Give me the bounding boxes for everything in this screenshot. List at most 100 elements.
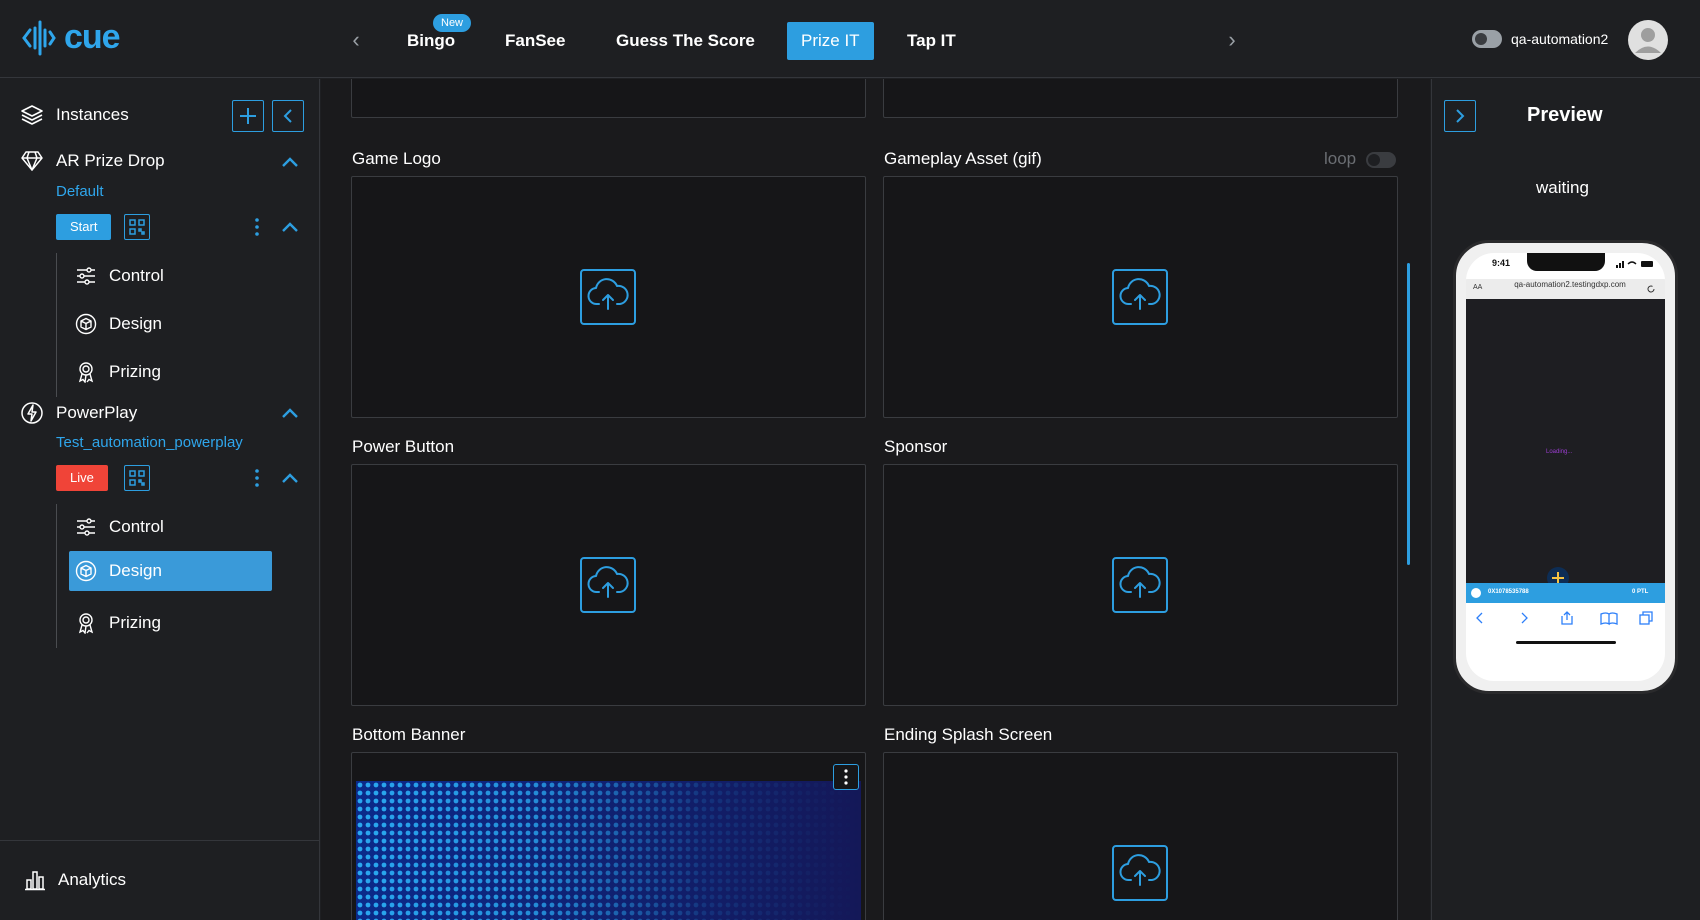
cloud-upload-icon (587, 278, 629, 310)
upload-card-gameplay-asset[interactable] (883, 176, 1398, 418)
more-options-icon[interactable] (254, 468, 260, 488)
award-icon (78, 362, 94, 383)
upload-card-sponsor[interactable] (883, 464, 1398, 706)
phone-user-icon (1471, 588, 1481, 598)
upload-card-bottom-banner[interactable] (351, 752, 866, 920)
lightning-icon (21, 402, 43, 424)
expand-preview-button[interactable] (1444, 100, 1476, 132)
add-instance-button[interactable] (232, 100, 264, 132)
diamond-icon (21, 151, 43, 171)
reader-aa: AA (1473, 284, 1483, 291)
avatar[interactable] (1628, 20, 1668, 60)
chevron-up-icon[interactable] (280, 406, 300, 420)
loop-toggle[interactable] (1366, 152, 1396, 168)
upload-button[interactable] (1112, 269, 1168, 325)
phone-content: Loading... (1466, 299, 1665, 595)
tab-bingo[interactable]: Bingo (407, 22, 455, 60)
sidebar-item-label: Prizing (109, 362, 161, 381)
section-label: Game Logo (352, 149, 441, 168)
home-indicator (1516, 641, 1616, 644)
upload-card-partial[interactable] (883, 79, 1398, 118)
upload-card-power-button[interactable] (351, 464, 866, 706)
instance-sub[interactable]: Test_automation_powerplay (56, 434, 243, 451)
user-icon (1635, 28, 1661, 53)
sidebar-item-prizing[interactable]: Prizing (69, 603, 161, 643)
phone-points: 0 PTL (1632, 589, 1649, 595)
phone-notch (1527, 253, 1605, 271)
chevron-left-icon (283, 109, 292, 123)
section-label: Ending Splash Screen (884, 725, 1053, 744)
scrollbar[interactable] (1407, 263, 1410, 565)
main-content: Game Logo Gameplay Asset (gif) loop Powe… (321, 79, 1430, 920)
theme-toggle[interactable] (1472, 30, 1502, 48)
instances-header: Instances (20, 104, 129, 126)
sidebar-item-prizing[interactable]: Prizing (69, 352, 161, 392)
sidebar-item-design-active[interactable]: Design (69, 551, 272, 591)
collapse-sidebar-button[interactable] (272, 100, 304, 132)
sidebar-item-control[interactable]: Control (69, 507, 164, 547)
upload-button[interactable] (1112, 845, 1168, 901)
more-options-icon (844, 769, 848, 785)
live-button[interactable]: Live (56, 465, 108, 491)
sidebar: Instances AR Prize Drop Default Start Co… (0, 79, 320, 920)
sidebar-item-control[interactable]: Control (69, 256, 164, 296)
instance-name: AR Prize Drop (56, 151, 165, 170)
section-label: Sponsor (884, 437, 948, 456)
sidebar-item-label: Prizing (109, 613, 161, 632)
instance-ar-prize-drop[interactable]: AR Prize Drop (20, 150, 165, 172)
bar-chart-icon (25, 871, 45, 891)
start-button[interactable]: Start (56, 214, 112, 240)
section-label: Power Button (352, 437, 455, 456)
upload-button[interactable] (580, 557, 636, 613)
analytics-label: Analytics (58, 870, 127, 889)
upload-card-ending-splash[interactable] (883, 752, 1398, 920)
chevron-up-icon[interactable] (280, 220, 300, 234)
plus-icon (240, 108, 256, 124)
qr-code-button[interactable] (124, 465, 150, 491)
chevron-up-icon[interactable] (280, 155, 300, 169)
tab-fansee[interactable]: FanSee (505, 22, 565, 60)
banner-options-button[interactable] (833, 764, 859, 790)
chevron-up-icon[interactable] (280, 471, 300, 485)
chevron-right-icon (1456, 109, 1465, 123)
phone-bottom-bar: 0X1078535788 0 PTL (1466, 583, 1665, 603)
sidebar-item-label: Design (109, 314, 162, 333)
tab-prize-it[interactable]: Prize IT (787, 22, 874, 60)
sidebar-item-label: Control (109, 517, 164, 536)
chevron-right-icon[interactable]: › (1222, 26, 1242, 54)
instance-powerplay[interactable]: PowerPlay (20, 401, 137, 425)
phone-user-id: 0X1078535788 (1488, 589, 1529, 595)
upload-button[interactable] (580, 269, 636, 325)
cloud-upload-icon (587, 566, 629, 598)
tab-guess-the-score[interactable]: Guess The Score (616, 22, 755, 60)
reload-icon (1647, 285, 1655, 293)
sliders-icon (77, 518, 95, 536)
upload-card-partial[interactable] (351, 79, 866, 118)
cube-icon (75, 313, 97, 335)
cloud-upload-icon (1119, 278, 1161, 310)
qr-code-icon (129, 470, 145, 486)
sidebar-item-analytics[interactable]: Analytics (24, 869, 126, 891)
instance-sub[interactable]: Default (56, 183, 104, 200)
phone-browser-toolbar (1476, 611, 1653, 626)
loading-text: Loading... (1546, 449, 1573, 455)
cloud-upload-icon (1119, 854, 1161, 886)
qr-code-button[interactable] (124, 214, 150, 240)
cue-logo-icon (22, 20, 56, 55)
sidebar-item-design[interactable]: Design (69, 304, 162, 344)
layers-icon (21, 105, 43, 125)
upload-card-game-logo[interactable] (351, 176, 866, 418)
sidebar-divider (0, 840, 320, 841)
brand-name: cue (64, 18, 121, 56)
tree-line (56, 253, 57, 397)
more-options-icon[interactable] (254, 217, 260, 237)
phone-url-bar: AA qa-automation2.testingdxp.com (1466, 279, 1665, 299)
phone-url: qa-automation2.testingdxp.com (1514, 280, 1626, 289)
cube-icon (75, 560, 97, 582)
logo[interactable]: cue (22, 18, 121, 57)
phone-preview: 9:41 AA qa-automation2.testingdxp.com Lo… (1453, 240, 1678, 694)
instances-label: Instances (56, 105, 129, 124)
upload-button[interactable] (1112, 557, 1168, 613)
tab-tap-it[interactable]: Tap IT (907, 22, 956, 60)
chevron-left-icon[interactable]: ‹ (346, 26, 366, 54)
